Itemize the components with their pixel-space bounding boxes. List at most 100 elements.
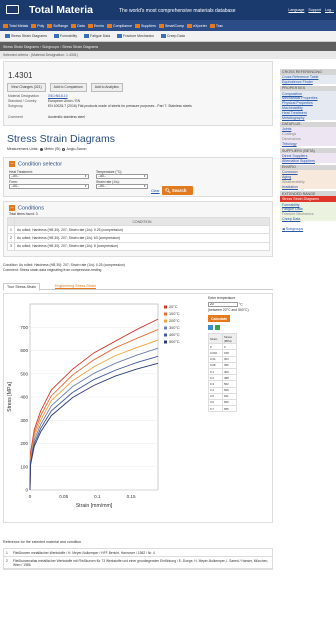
language-link[interactable]: Language — [288, 8, 304, 12]
module-tab[interactable]: Compliance — [106, 24, 132, 28]
temperature-input[interactable] — [208, 301, 238, 307]
material-actions: View Changes (321) Add to Comparison Add t… — [7, 83, 127, 92]
module-icon — [31, 23, 37, 28]
sidebar-item[interactable]: Tribology — [280, 142, 336, 147]
extended-tab-label: Stress Strain Diagrams — [11, 34, 47, 38]
conditions-panel: − Conditions Total items found: 3 CONDITI… — [3, 201, 273, 257]
references: Reference for the selected material and … — [3, 540, 273, 619]
condition-column-header: CONDITION — [14, 217, 270, 226]
strain-rate-select[interactable]: --All-- — [96, 184, 148, 189]
sidebar-item[interactable]: Irradiation — [280, 185, 336, 190]
condition-cell[interactable]: As rolled; Hardness (HB 30): 207; Strain… — [14, 224, 270, 235]
search-button[interactable]: 🔍︎ Search — [162, 186, 193, 195]
enter-temperature-label: Enter temperature — [208, 296, 236, 300]
view-changes-button[interactable]: View Changes (321) — [7, 83, 46, 92]
table-row[interactable]: 3 As rolled; Hardness (HB 30): 207; Strai… — [7, 241, 270, 252]
module-tab-label: Suppliers — [140, 23, 156, 28]
sidebar-item[interactable]: Creep Data — [280, 217, 336, 222]
module-tab[interactable]: Data — [71, 24, 85, 28]
module-tab[interactable]: Poly — [31, 24, 44, 28]
condition-selector-title: Condition selector — [18, 161, 63, 168]
calculate-button[interactable]: Calculate — [208, 315, 230, 322]
module-tab[interactable]: Total Metals — [3, 24, 28, 28]
legend-label: 300°C — [169, 326, 180, 330]
search-icon: 🔍︎ — [165, 188, 171, 193]
condition-cell[interactable]: As rolled; Hardness (HB 30): 207; Strain… — [14, 241, 270, 252]
chart-tabs: True Stress-Strain Engineering Stress-St… — [3, 282, 273, 291]
reference-item: 2 Fließkurvenatlas metallischer Werkstoff… — [4, 557, 272, 569]
export-icon[interactable] — [208, 325, 213, 330]
form-select[interactable]: --All-- — [9, 184, 89, 189]
extended-tab[interactable]: Fracture Mechanics — [115, 34, 156, 39]
extended-icon — [84, 34, 90, 39]
extended-tab-label: Formability — [59, 34, 78, 38]
extended-tab-label: Creep Data — [166, 34, 185, 38]
module-tab[interactable]: Enviro — [87, 23, 104, 28]
extended-icon — [160, 34, 166, 39]
sidebar-item[interactable]: Alternative Suppliers — [280, 158, 336, 163]
sidebar-group: Properties Composition Mechanical Properti… — [280, 85, 336, 121]
module-icon — [158, 23, 164, 28]
legend-swatch — [164, 319, 167, 323]
module-tab[interactable]: Suppliers — [134, 23, 156, 28]
temperature-calculator: Enter temperature °C (between 20°C and 5… — [208, 296, 274, 413]
module-nav: Total Metals Poly SoRange Data Enviro Complia… — [0, 20, 336, 31]
module-tab-label: Total Metals — [9, 23, 29, 28]
excel-icon[interactable] — [215, 325, 220, 330]
heat-treatment-select[interactable]: --All-- — [9, 174, 89, 179]
y-tick-label: 400 — [20, 395, 28, 400]
extended-tab[interactable]: Creep Data — [159, 34, 187, 39]
condition-cell[interactable]: As rolled; Hardness (HB 30): 207; Strain… — [14, 233, 270, 243]
clear-link[interactable]: Clear — [151, 189, 160, 193]
chart-area: 0 100 200 300 400 500 600 700 0 0.05 0.1 0.15 Stress… — [3, 293, 273, 523]
total-items: Total items found: 3 — [9, 212, 38, 216]
module-tab[interactable]: SoRange — [47, 24, 68, 28]
extended-range-nav: Stress Strain Diagrams Formability Fatigue… — [0, 31, 336, 42]
table-row[interactable]: 2 As rolled; Hardness (HB 30): 207; Strai… — [7, 233, 270, 243]
module-icon — [187, 23, 193, 28]
material-field: Comment Austenitic stainless steel — [8, 115, 85, 119]
references-title: Reference for the selected material and … — [3, 540, 82, 544]
extended-tab[interactable]: Formability — [52, 34, 79, 39]
logout-link[interactable]: Log... — [325, 8, 334, 12]
add-to-analytics-button[interactable]: Add to Analytics — [90, 83, 123, 92]
module-tab-label: eXporter — [193, 23, 207, 28]
table-row[interactable]: 1 As rolled; Hardness (HB 30): 207; Strai… — [7, 224, 270, 235]
y-tick-label: 300 — [20, 418, 28, 423]
header: Total Materia The world's most comprehen… — [0, 0, 336, 20]
module-icon — [209, 23, 215, 28]
extended-tab[interactable]: Fatigue Data — [82, 34, 112, 39]
sidebar-item[interactable]: Equivalence Finder — [280, 79, 336, 84]
legend-swatch — [164, 326, 167, 330]
sidebar-item[interactable]: Metallography — [280, 115, 336, 120]
module-icon — [87, 23, 93, 28]
collapse-icon[interactable]: − — [9, 161, 15, 167]
collapse-icon[interactable]: − — [9, 205, 15, 211]
support-link[interactable]: Support — [308, 8, 321, 12]
tab-engineering-stress-strain[interactable]: Engineering Stress-Strain — [52, 283, 99, 289]
brand-name[interactable]: Total Materia — [29, 4, 93, 16]
extended-tab[interactable]: Stress Strain Diagrams — [3, 34, 49, 39]
legend-label: 400°C — [169, 333, 180, 337]
anglo-radio[interactable] — [62, 147, 66, 151]
index-column-header — [7, 217, 15, 226]
add-to-comparison-button[interactable]: Add to Comparison — [49, 83, 87, 92]
material-field: Subgroup EN 10028-7 (2016) Flat products … — [8, 104, 228, 108]
module-tab[interactable]: SmartComp — [158, 23, 184, 28]
sidebar: Cross Referencing Cross Reference Table Eq… — [280, 69, 336, 231]
field-key: Standard / Country — [8, 99, 37, 103]
module-tab[interactable]: eXporter — [187, 24, 207, 28]
reference-item: 1 Fließkurven metallischer Werkstoffe / H… — [4, 549, 272, 557]
y-tick-label: 0 — [25, 488, 28, 493]
page-title: Stress Strain Diagrams — [7, 133, 115, 145]
sidebar-group: Extended Range Stress Strain Diagrams Form… — [280, 190, 336, 222]
tab-true-stress-strain[interactable]: True Stress-Strain — [3, 283, 41, 291]
module-tab[interactable]: Trac — [209, 23, 223, 28]
subgroups-link[interactable]: ◀ Subgroups — [280, 227, 336, 231]
measurement-units: Measurement Units: Metric (SI) Anglo-Sax… — [7, 147, 86, 151]
metric-radio[interactable] — [40, 147, 44, 151]
search-button-label: Search — [171, 188, 187, 193]
field-value[interactable]: X5CrNi18-10 — [48, 94, 68, 98]
temperature-select[interactable]: --All-- — [96, 174, 148, 179]
extended-icon — [5, 34, 10, 39]
